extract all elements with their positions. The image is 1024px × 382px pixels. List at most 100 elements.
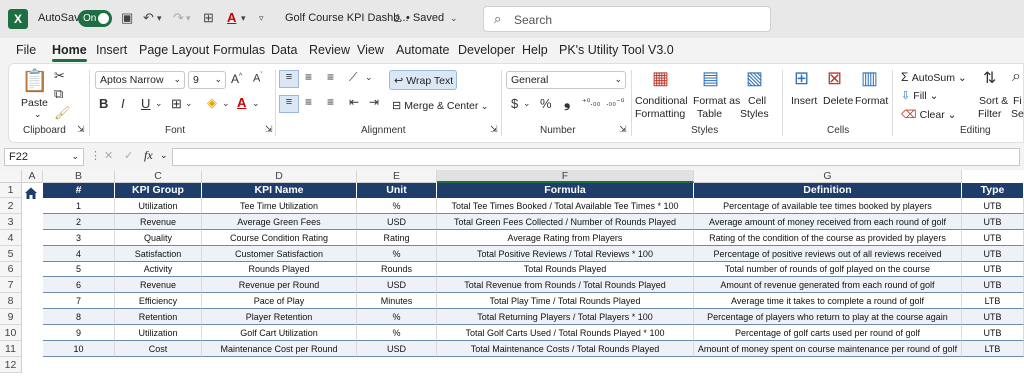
fill-color-dropdown-icon[interactable]: ⌄ [222,98,230,109]
decrease-decimal-icon[interactable]: .₀₀⁻⁰ [606,97,624,108]
wrap-text-button[interactable]: ↩ Wrap Text [389,70,457,90]
increase-indent-icon[interactable]: ⇥ [369,95,379,109]
italic-icon[interactable]: I [121,96,125,111]
copy-icon[interactable]: ⧉ [54,86,63,102]
tab-home[interactable]: Home [52,43,87,62]
select-all-corner[interactable] [0,170,22,183]
sort-filter-label-1[interactable]: Sort & [979,95,1008,107]
row-header-10[interactable]: 10 [0,325,22,341]
cell-number[interactable]: 5 [43,262,115,277]
sort-filter-icon[interactable]: ⇅ [983,68,996,88]
font-name-select[interactable]: Aptos Narrow ⌄ [95,71,185,89]
format-as-table-label-2[interactable]: Table [697,108,722,120]
file-title[interactable]: Golf Course KPI Dashb... [285,12,409,24]
cell-kpi-name[interactable]: Player Retention [202,309,357,325]
cell-unit[interactable]: USD [357,341,437,357]
insert-cells-icon[interactable]: ⊞ [794,68,809,89]
row-header-3[interactable]: 3 [0,214,22,230]
row-header-6[interactable]: 6 [0,262,22,277]
cell-definition[interactable]: Amount of revenue generated from each ro… [694,277,962,293]
cell-unit[interactable]: % [357,325,437,341]
row-header-1[interactable]: 1 [0,183,22,198]
tab-insert[interactable]: Insert [96,43,127,57]
tab-formulas[interactable]: Formulas [213,43,265,57]
top-align-icon[interactable]: ≡ [279,70,299,88]
fill-button[interactable]: ⇩ Fill ⌄ [901,89,938,102]
format-as-table-label-1[interactable]: Format as [693,95,740,107]
find-select-icon[interactable]: ⌕ [1012,68,1021,86]
merge-center-button[interactable]: ⊟ Merge & Center ⌄ [392,99,488,112]
cell-unit[interactable]: Rating [357,230,437,246]
cell-formula[interactable]: Total Rounds Played [437,262,694,277]
insert-function-icon[interactable]: fx [144,148,153,163]
cell-definition[interactable]: Average amount of money received from ea… [694,214,962,230]
tab-page-layout[interactable]: Page Layout [139,43,209,57]
tab-review[interactable]: Review [309,43,350,57]
search-box[interactable]: ⌕ Search [483,6,771,32]
cell-kpi-group[interactable]: Utilization [115,325,202,341]
format-as-table-icon[interactable]: ▤ [702,68,719,89]
cut-icon[interactable]: ✂ [54,68,65,84]
tab-help[interactable]: Help [522,43,548,57]
cell-definition[interactable]: Total number of rounds of golf played on… [694,262,962,277]
row-header-5[interactable]: 5 [0,246,22,262]
table-header-kpi-name[interactable]: KPI Name [202,183,357,198]
cell-kpi-name[interactable]: Pace of Play [202,293,357,309]
row-header-2[interactable]: 2 [0,198,22,214]
decrease-indent-icon[interactable]: ⇤ [349,95,359,109]
cell-styles-icon[interactable]: ▧ [746,68,763,89]
alignment-launcher-icon[interactable]: ⇲ [490,124,498,135]
autosave-toggle[interactable]: On [78,10,112,27]
cell-type[interactable]: UTB [962,230,1024,246]
table-header-kpi-group[interactable]: KPI Group [115,183,202,198]
align-right-icon[interactable]: ≡ [327,95,334,109]
column-header-a[interactable]: A [22,170,43,183]
formula-input[interactable] [172,148,1020,166]
delete-cells-icon[interactable]: ⊠ [827,68,842,89]
tab-view[interactable]: View [357,43,384,57]
cell-unit[interactable]: % [357,309,437,325]
clear-button[interactable]: ⌫ Clear ⌄ [901,108,956,121]
cell-kpi-group[interactable]: Quality [115,230,202,246]
find-select-label-2[interactable]: Sel [1011,108,1024,120]
currency-icon[interactable]: $ [511,96,518,111]
cell-formula[interactable]: Total Positive Reviews / Total Reviews *… [437,246,694,262]
cell-kpi-name[interactable]: Tee Time Utilization [202,198,357,214]
cell-kpi-group[interactable]: Activity [115,262,202,277]
cell-definition[interactable]: Amount of money spent on course maintena… [694,341,962,357]
percent-icon[interactable]: % [540,96,552,111]
fx-dropdown-icon[interactable]: ⌄ [160,150,168,161]
font-color-button-icon[interactable]: A [237,95,246,110]
cell-kpi-group[interactable]: Revenue [115,214,202,230]
orientation-icon[interactable]: ⟋ [349,70,357,85]
cell-type[interactable]: UTB [962,325,1024,341]
table-header-definition[interactable]: Definition [694,183,962,198]
tab-developer[interactable]: Developer [458,43,515,57]
row-header-9[interactable]: 9 [0,309,22,325]
borders-icon[interactable]: ⊞ [203,10,214,26]
align-left-icon[interactable]: ≡ [279,95,299,113]
cell-kpi-group[interactable]: Revenue [115,277,202,293]
currency-dropdown-icon[interactable]: ⌄ [523,98,531,109]
cell-kpi-group[interactable]: Cost [115,341,202,357]
cell-unit[interactable]: Minutes [357,293,437,309]
font-color-dropdown-icon[interactable]: ▾ [241,13,246,24]
row-header-7[interactable]: 7 [0,277,22,293]
increase-font-icon[interactable]: A^ [231,72,242,86]
cell-definition[interactable]: Percentage of golf carts used per round … [694,325,962,341]
decrease-font-icon[interactable]: Aˇ [253,72,263,85]
saved-dropdown-icon[interactable]: ⌄ [450,13,458,24]
cell-kpi-name[interactable]: Customer Satisfaction [202,246,357,262]
fill-color-icon[interactable]: ◈ [207,95,217,111]
tab-automate[interactable]: Automate [396,43,450,57]
increase-decimal-icon[interactable]: ⁺⁰.₀₀ [582,97,600,108]
cell-styles-label-2[interactable]: Styles [740,108,769,120]
cell-number[interactable]: 10 [43,341,115,357]
cell-type[interactable]: UTB [962,246,1024,262]
format-cells-icon[interactable]: ▥ [861,68,878,89]
worksheet-grid[interactable]: ABCDEFG 1 2 3 4 5 6 7 8 9 10 11 12 # KPI Group KPI Na… [0,170,1024,382]
number-launcher-icon[interactable]: ⇲ [619,124,627,135]
redo-icon[interactable]: ↷ [173,10,184,26]
cell-definition[interactable]: Percentage of players who return to play… [694,309,962,325]
cell-formula[interactable]: Total Play Time / Total Rounds Played [437,293,694,309]
